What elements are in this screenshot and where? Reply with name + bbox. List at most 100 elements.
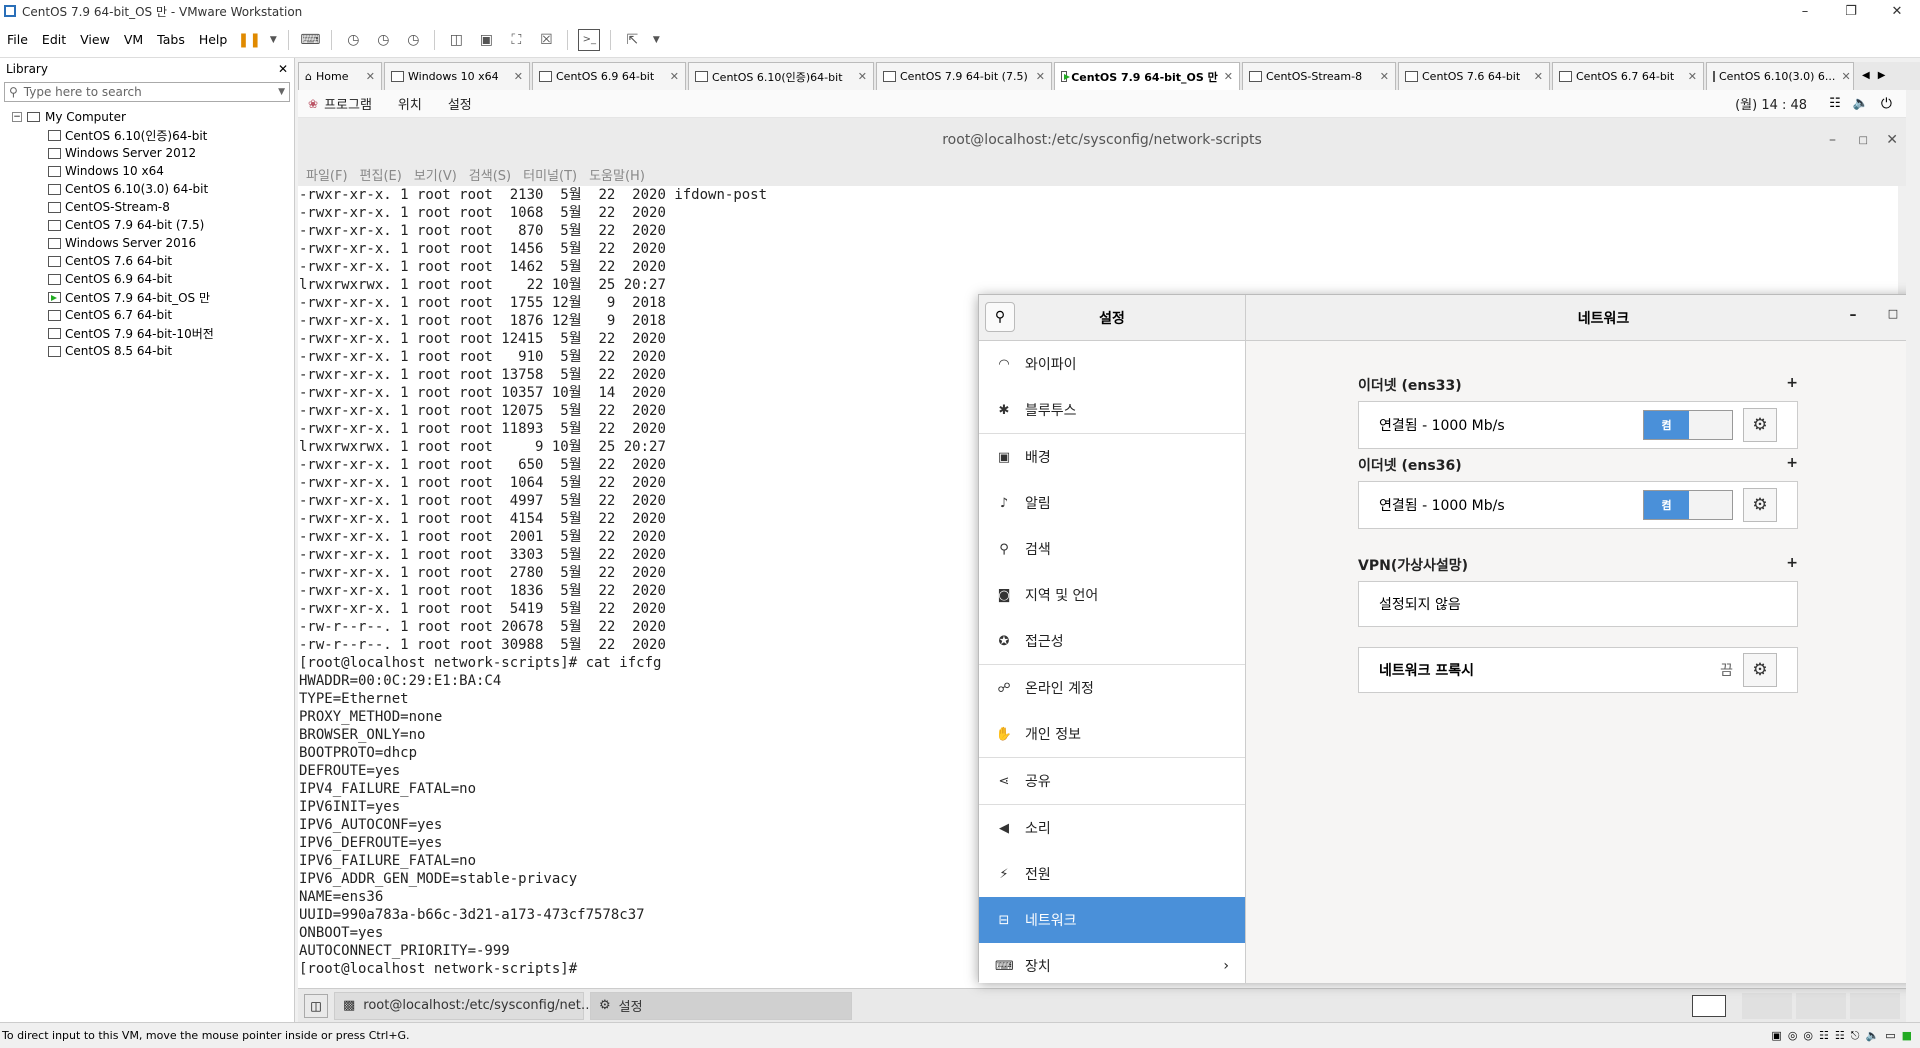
tree-item[interactable]: CentOS 6.10(3.0) 64-bit bbox=[0, 180, 294, 198]
terminal-menu-view[interactable]: 보기(V) bbox=[414, 165, 457, 184]
tree-item[interactable]: CentOS 6.10(인증)64-bit bbox=[0, 126, 294, 144]
tab-scroll-left-icon[interactable]: ◀ bbox=[1862, 62, 1870, 90]
close-icon[interactable]: ✕ bbox=[664, 70, 679, 83]
sidebar-item-bell[interactable]: ♪ 알림 bbox=[979, 480, 1245, 526]
show-desktop-icon[interactable]: ◫ bbox=[304, 993, 328, 1018]
tree-root[interactable]: − My Computer bbox=[0, 108, 294, 126]
close-icon[interactable]: ✕ bbox=[1218, 70, 1233, 83]
clock[interactable]: (월) 14 : 48 bbox=[1735, 94, 1807, 113]
terminal-menu-file[interactable]: 파일(F) bbox=[306, 165, 348, 184]
sound-icon[interactable]: 🔈 bbox=[1865, 1029, 1879, 1043]
sidebar-item-speaker[interactable]: ◀ 소리 bbox=[979, 805, 1245, 851]
close-icon[interactable]: ✕ bbox=[508, 70, 523, 83]
add-icon[interactable]: + bbox=[1786, 455, 1798, 475]
library-search[interactable]: ⚲ Type here to search ▼ bbox=[4, 82, 290, 102]
display-icon[interactable]: ▭ bbox=[1885, 1029, 1895, 1043]
gear-icon[interactable]: ⚙ bbox=[1743, 408, 1777, 442]
chevron-down-icon[interactable]: ▼ bbox=[278, 87, 285, 97]
sidebar-item-search[interactable]: ⚲ 검색 bbox=[979, 526, 1245, 572]
snapshot-manager-icon[interactable]: ◷ bbox=[402, 29, 424, 51]
close-icon[interactable]: ✕ bbox=[1374, 70, 1389, 83]
pause-icon[interactable]: ❚❚ bbox=[238, 29, 261, 51]
network-icon[interactable]: ☷ bbox=[1829, 96, 1841, 111]
tab-vm[interactable]: CentOS 6.10(3.0) 6... ✕ bbox=[1706, 62, 1854, 90]
hard-disk-icon[interactable]: ▣ bbox=[1771, 1029, 1781, 1043]
tree-item[interactable]: CentOS 7.6 64-bit bbox=[0, 252, 294, 270]
stretch-icon[interactable]: ⇱ bbox=[621, 29, 643, 51]
tab-vm[interactable]: CentOS 7.6 64-bit ✕ bbox=[1398, 62, 1550, 90]
minimize-button[interactable]: – bbox=[1782, 0, 1828, 22]
tree-item[interactable]: CentOS 7.9 64-bit-10버전 bbox=[0, 324, 294, 342]
terminal-menu-edit[interactable]: 편집(E) bbox=[360, 165, 402, 184]
library-view-icon[interactable]: ◫ bbox=[445, 29, 467, 51]
tab-vm[interactable]: CentOS 6.10(인증)64-bit ✕ bbox=[688, 62, 874, 90]
tree-item[interactable]: CentOS 6.7 64-bit bbox=[0, 306, 294, 324]
sidebar-item-privacy-hand[interactable]: ✋ 개인 정보 bbox=[979, 711, 1245, 757]
tab-vm[interactable]: CentOS 6.9 64-bit ✕ bbox=[532, 62, 686, 90]
workspace-1[interactable] bbox=[1692, 994, 1726, 1017]
close-icon[interactable]: ✕ bbox=[1528, 70, 1543, 83]
network-adapter-icon[interactable]: ☷ bbox=[1819, 1029, 1829, 1043]
close-icon[interactable]: ✕ bbox=[1835, 70, 1850, 83]
add-icon[interactable]: + bbox=[1786, 375, 1798, 395]
terminal-menu-search[interactable]: 검색(S) bbox=[469, 165, 511, 184]
workspace-2[interactable] bbox=[1742, 992, 1792, 1019]
full-screen-icon[interactable]: ⛶ bbox=[505, 29, 527, 51]
sidebar-item-share[interactable]: ⋖ 공유 bbox=[979, 758, 1245, 804]
sidebar-item-background[interactable]: ▣ 배경 bbox=[979, 434, 1245, 480]
minimize-button[interactable]: – bbox=[1833, 307, 1873, 323]
sidebar-item-online-accounts[interactable]: ☍ 온라인 계정 bbox=[979, 665, 1245, 711]
sidebar-item-accessibility[interactable]: ✪ 접근성 bbox=[979, 618, 1245, 664]
cd-dvd-icon[interactable]: ◎ bbox=[1788, 1029, 1798, 1043]
search-button[interactable]: ⚲ bbox=[985, 302, 1015, 332]
sidebar-item-camera[interactable]: ◙ 지역 및 언어 bbox=[979, 572, 1245, 618]
network-adapter-icon[interactable]: ☷ bbox=[1835, 1029, 1845, 1043]
close-button[interactable]: ✕ bbox=[1874, 0, 1920, 22]
close-icon[interactable]: ✕ bbox=[360, 70, 375, 83]
maximize-button[interactable]: □ bbox=[1873, 307, 1906, 323]
menu-applications[interactable]: 프로그램 bbox=[324, 94, 372, 113]
add-icon[interactable]: + bbox=[1786, 555, 1798, 575]
restore-button[interactable]: ❐ bbox=[1828, 0, 1874, 22]
thumbnail-view-icon[interactable]: ▣ bbox=[475, 29, 497, 51]
sidebar-item-bluetooth[interactable]: ✱ 블루투스 bbox=[979, 387, 1245, 433]
tree-item[interactable]: CentOS 8.5 64-bit bbox=[0, 342, 294, 360]
snapshot-icon[interactable]: ◷ bbox=[342, 29, 364, 51]
gear-icon[interactable]: ⚙ bbox=[1743, 653, 1777, 687]
volume-icon[interactable]: 🔈 bbox=[1853, 96, 1869, 111]
tab-home[interactable]: ⌂ Home ✕ bbox=[298, 62, 382, 90]
sidebar-item-devices[interactable]: ⌨ 장치 › bbox=[979, 943, 1245, 983]
tab-vm[interactable]: CentOS-Stream-8 ✕ bbox=[1242, 62, 1396, 90]
ethernet-ens33-toggle[interactable]: 켬 bbox=[1643, 410, 1733, 440]
tree-item[interactable]: CentOS 7.9 64-bit (7.5) bbox=[0, 216, 294, 234]
message-icon[interactable]: ■ bbox=[1902, 1029, 1912, 1043]
menu-help[interactable]: Help bbox=[192, 32, 235, 47]
guest-display[interactable]: ❀ 프로그램 위치 설정 (월) 14 : 48 ☷ 🔈 ⏻ root@loca… bbox=[298, 90, 1906, 1022]
taskbar-terminal[interactable]: ▩ root@localhost:/etc/sysconfig/net… bbox=[334, 991, 594, 1020]
close-icon[interactable]: ✕ bbox=[1682, 70, 1697, 83]
tree-item[interactable]: Windows 10 x64 bbox=[0, 162, 294, 180]
close-button[interactable]: ✕ bbox=[1886, 132, 1898, 148]
ethernet-ens36-toggle[interactable]: 켬 bbox=[1643, 490, 1733, 520]
menu-file[interactable]: File bbox=[0, 32, 35, 47]
close-icon[interactable]: ✕ bbox=[852, 70, 867, 83]
tree-item[interactable]: Windows Server 2016 bbox=[0, 234, 294, 252]
sidebar-item-network[interactable]: ⊟ 네트워크 bbox=[979, 897, 1245, 943]
sidebar-item-power[interactable]: ⚡ 전원 bbox=[979, 851, 1245, 897]
tree-item-running[interactable]: CentOS 7.9 64-bit_OS 만 bbox=[0, 288, 294, 306]
menu-view[interactable]: View bbox=[73, 32, 117, 47]
tab-vm[interactable]: Windows 10 x64 ✕ bbox=[384, 62, 530, 90]
usb-icon[interactable]: ⎋ bbox=[1851, 1029, 1860, 1043]
revert-snapshot-icon[interactable]: ◷ bbox=[372, 29, 394, 51]
minimize-button[interactable]: – bbox=[1829, 132, 1836, 148]
tree-item[interactable]: Windows Server 2012 bbox=[0, 144, 294, 162]
tab-vm[interactable]: CentOS 7.9 64-bit (7.5) ✕ bbox=[876, 62, 1052, 90]
tab-scroll-right-icon[interactable]: ▶ bbox=[1878, 62, 1886, 90]
sidebar-item-wifi[interactable]: ◠ 와이파이 bbox=[979, 341, 1245, 387]
tab-vm[interactable]: CentOS 6.7 64-bit ✕ bbox=[1552, 62, 1704, 90]
send-keys-icon[interactable]: ⌨ bbox=[299, 29, 321, 51]
network-proxy-card[interactable]: 네트워크 프록시 끔 ⚙ bbox=[1358, 647, 1798, 693]
menu-tabs[interactable]: Tabs bbox=[150, 32, 192, 47]
workspace-3[interactable] bbox=[1796, 992, 1846, 1019]
dropdown-icon[interactable]: ▼ bbox=[651, 29, 661, 51]
